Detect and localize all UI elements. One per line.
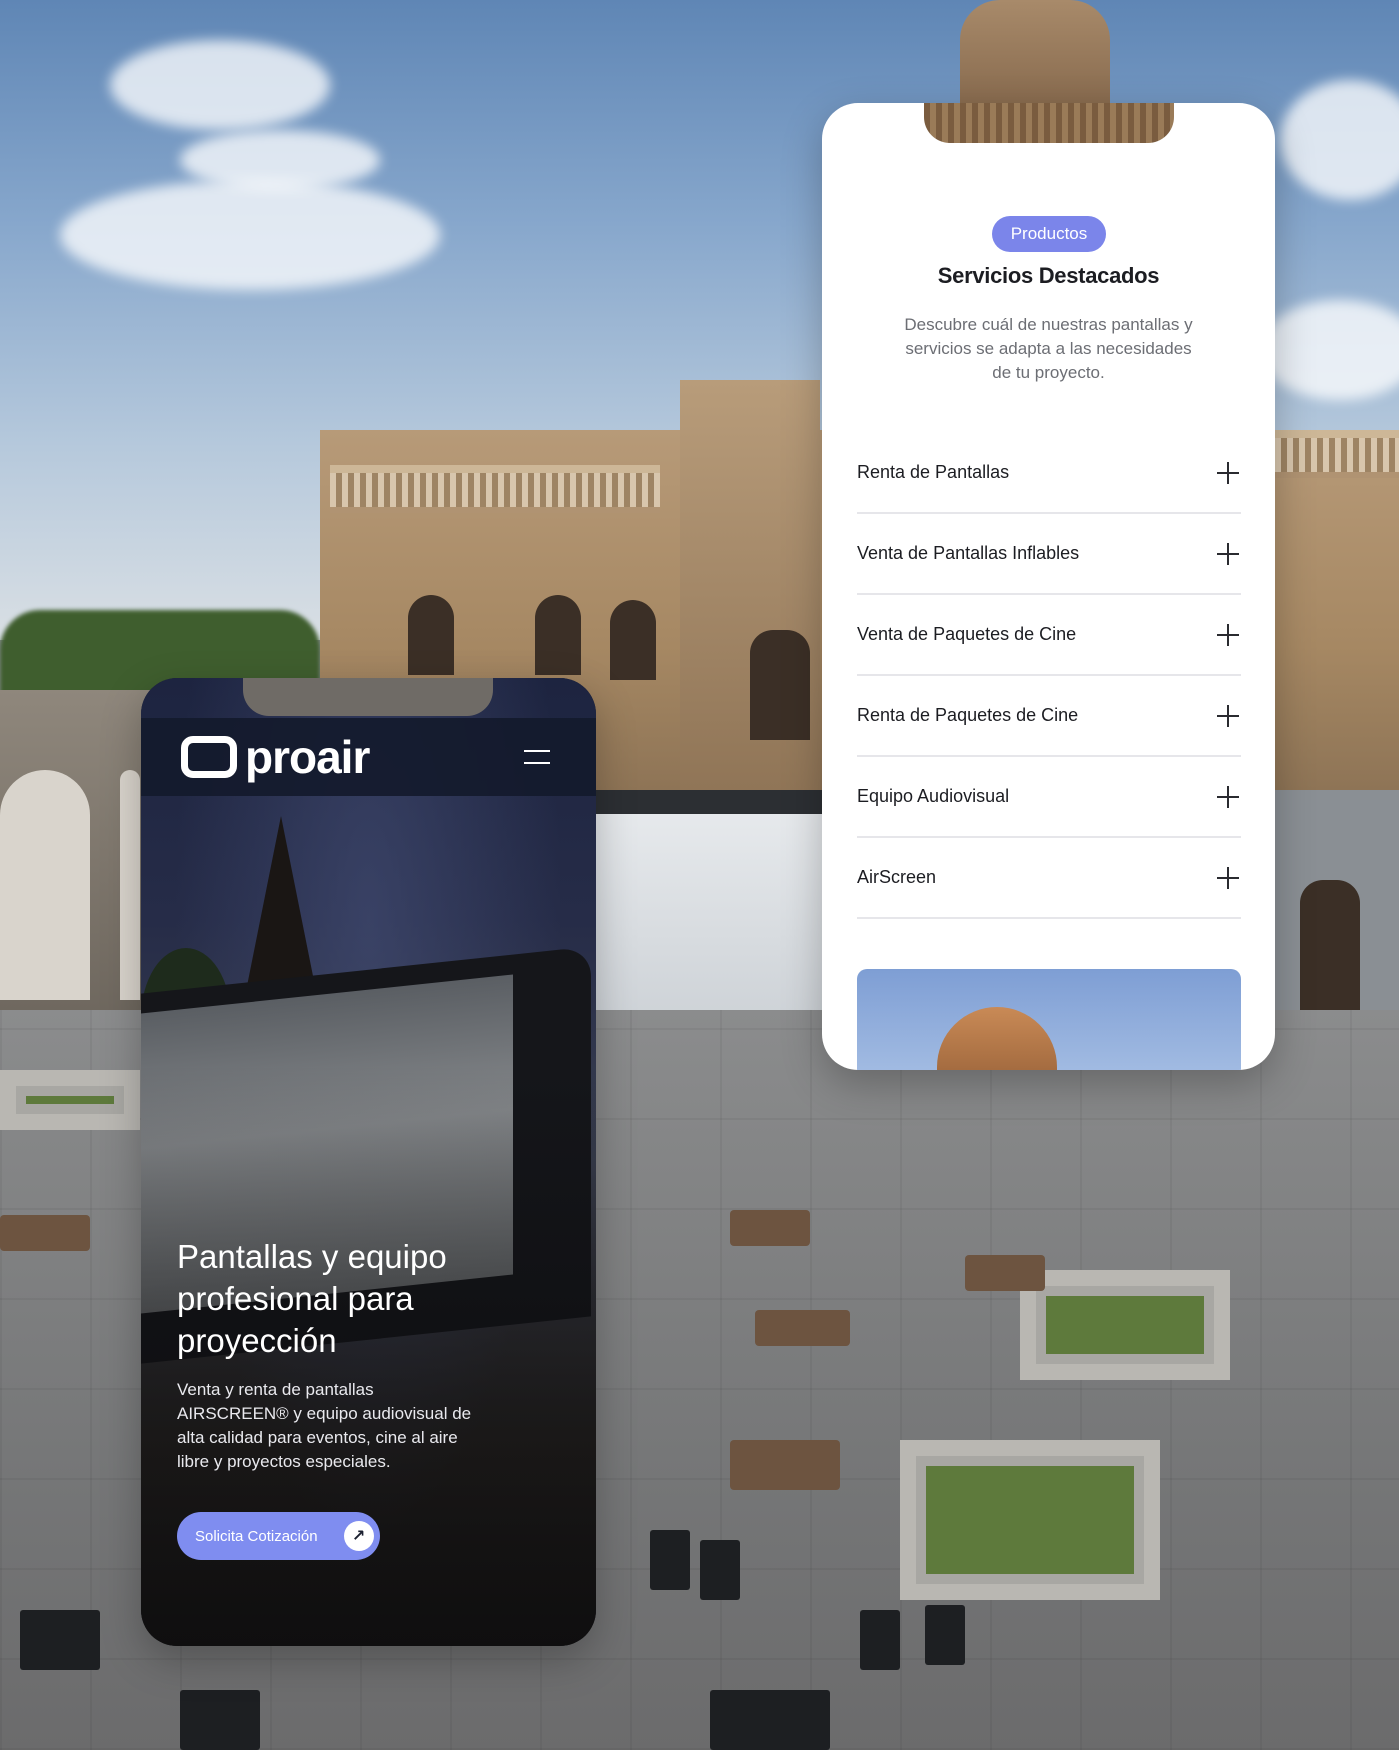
window-arch (535, 595, 581, 675)
plus-icon[interactable] (1217, 785, 1239, 808)
tree-planter (900, 1440, 1160, 1600)
accordion-item-venta-paquetes-cine[interactable]: Venta de Paquetes de Cine (857, 595, 1241, 676)
chair (925, 1605, 965, 1665)
plus-icon[interactable] (1217, 542, 1239, 565)
balustrade (1275, 430, 1399, 478)
tree-planter (1020, 1270, 1230, 1380)
plus-icon[interactable] (1217, 461, 1239, 484)
phone-notch (924, 103, 1174, 143)
tree-planter (0, 1070, 140, 1130)
services-phone-mockup: Productos Servicios Destacados Descubre … (822, 103, 1275, 1070)
accordion-item-renta-paquetes-cine[interactable]: Renta de Paquetes de Cine (857, 676, 1241, 757)
window-arch (1300, 880, 1360, 1030)
services-accordion: Renta de Pantallas Venta de Pantallas In… (857, 433, 1241, 919)
pallet-bench (730, 1440, 840, 1490)
accordion-item-label: Venta de Paquetes de Cine (857, 624, 1077, 644)
window-arch (408, 595, 454, 675)
arcade-arch (120, 770, 140, 1000)
pallet-bench (965, 1255, 1045, 1291)
balustrade (330, 465, 660, 513)
top-navbar: proair (141, 718, 596, 796)
hero-phone-mockup: proair Pantallas y equipo profesional pa… (141, 678, 596, 1646)
dome-image (937, 1007, 1057, 1070)
plus-icon[interactable] (1217, 704, 1239, 727)
request-quote-label: Solicita Cotización (195, 1527, 318, 1545)
service-preview-image (857, 969, 1241, 1070)
products-tag: Productos (992, 216, 1106, 252)
logo-text: proair (245, 731, 370, 783)
chair (650, 1530, 690, 1590)
pallet-bench (0, 1215, 90, 1251)
accordion-item-label: Renta de Pantallas (857, 462, 1010, 482)
window-arch (610, 600, 656, 680)
arcade-arch (0, 770, 90, 1000)
accordion-item-equipo-audiovisual[interactable]: Equipo Audiovisual (857, 757, 1241, 838)
logo-screen-icon (181, 736, 237, 778)
chair (20, 1610, 100, 1670)
arrow-up-right-icon: ↗ (343, 1521, 374, 1551)
accordion-item-label: Venta de Pantallas Inflables (857, 543, 1080, 563)
chair (860, 1610, 900, 1670)
chair (180, 1690, 260, 1750)
pallet-bench (755, 1310, 850, 1346)
section-title: Servicios Destacados (937, 263, 1160, 288)
chair (710, 1690, 830, 1750)
section-description: Descubre cuál de nuestras pantallas y se… (904, 315, 1193, 382)
accordion-item-airscreen[interactable]: AirScreen (857, 838, 1241, 919)
request-quote-button[interactable]: Solicita Cotización ↗ (177, 1512, 380, 1560)
hero-title: Pantallas y equipo profesional para proy… (177, 1238, 447, 1359)
hero-overlay (141, 678, 596, 1646)
plus-icon[interactable] (1217, 866, 1239, 889)
accordion-item-label: Equipo Audiovisual (857, 786, 1010, 806)
phone-notch (243, 678, 493, 716)
accordion-item-renta-pantallas[interactable]: Renta de Pantallas (857, 433, 1241, 514)
logo[interactable]: proair (181, 730, 370, 784)
cloud (60, 180, 440, 290)
pallet-bench (730, 1210, 810, 1246)
accordion-item-label: AirScreen (857, 867, 937, 887)
accordion-item-venta-pantallas-inflables[interactable]: Venta de Pantallas Inflables (857, 514, 1241, 595)
window-arch (750, 630, 810, 740)
cloud (110, 40, 330, 130)
plus-icon[interactable] (1217, 623, 1239, 646)
accordion-item-label: Renta de Paquetes de Cine (857, 705, 1079, 725)
hero-description: Venta y renta de pantallas AIRSCREEN® y … (177, 1380, 472, 1471)
cloud (180, 130, 380, 190)
chair (700, 1540, 740, 1600)
hamburger-menu-icon[interactable] (524, 747, 550, 767)
